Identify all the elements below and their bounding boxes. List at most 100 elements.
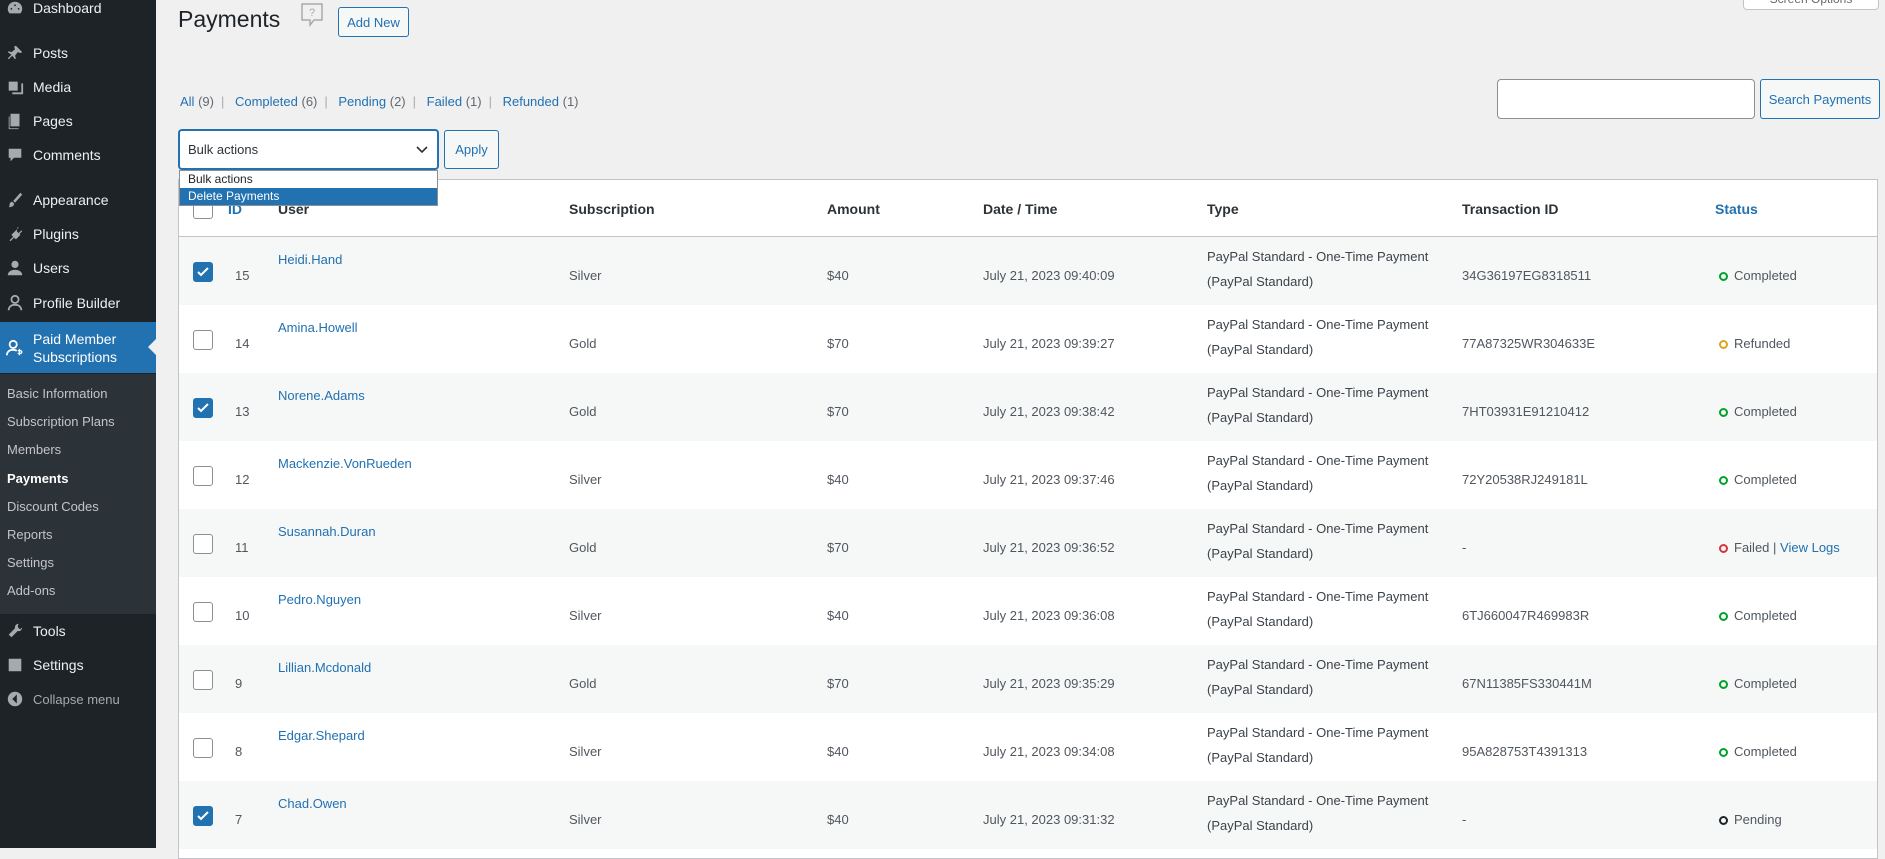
- collapse-menu[interactable]: Collapse menu: [0, 682, 156, 716]
- amount: $40: [827, 744, 849, 759]
- menu-tools[interactable]: Tools: [0, 614, 156, 648]
- table-row: 10 Pedro.Nguyen Silver $40 July 21, 2023 09:…: [179, 577, 1877, 645]
- menu-appearance[interactable]: Appearance: [0, 183, 156, 217]
- type-line: PayPal Standard - One-Time Payment: [1207, 317, 1429, 332]
- filter-refunded[interactable]: Refunded: [503, 94, 559, 109]
- menu-pages[interactable]: Pages: [0, 104, 156, 138]
- menu-label: Plugins: [33, 226, 79, 242]
- row-checkbox[interactable]: [193, 602, 213, 622]
- option-bulk-actions[interactable]: Bulk actions: [180, 171, 437, 188]
- search-input[interactable]: [1497, 79, 1755, 119]
- date-time: July 21, 2023 09:36:52: [983, 540, 1115, 555]
- submenu-basic-information[interactable]: Basic Information: [7, 386, 107, 401]
- status: Refunded: [1719, 336, 1790, 351]
- view-logs-link[interactable]: View Logs: [1780, 540, 1840, 555]
- user-link[interactable]: Lillian.Mcdonald: [278, 660, 371, 675]
- status-dot-icon: [1719, 612, 1728, 621]
- date-time: July 21, 2023 09:38:42: [983, 404, 1115, 419]
- bulk-actions-dropdown: Bulk actions Delete Payments: [179, 170, 438, 206]
- user-link[interactable]: Susannah.Duran: [278, 524, 376, 539]
- row-checkbox[interactable]: [193, 466, 213, 486]
- row-checkbox[interactable]: [193, 330, 213, 350]
- user-link[interactable]: Edgar.Shepard: [278, 728, 365, 743]
- filter-pending[interactable]: Pending: [338, 94, 386, 109]
- user-link[interactable]: Heidi.Hand: [278, 252, 342, 267]
- user-link[interactable]: Amina.Howell: [278, 320, 357, 335]
- row-checkbox[interactable]: [193, 398, 213, 418]
- column-status[interactable]: Status: [1715, 201, 1758, 217]
- svg-text:?: ?: [309, 7, 315, 19]
- filter-failed[interactable]: Failed: [427, 94, 462, 109]
- status: Completed: [1719, 268, 1797, 283]
- table-row: 9 Lillian.Mcdonald Gold $70 July 21, 2023 09…: [179, 645, 1877, 713]
- row-checkbox[interactable]: [193, 738, 213, 758]
- bulk-actions-select[interactable]: Bulk actions: [179, 130, 438, 169]
- option-delete-payments[interactable]: Delete Payments: [180, 188, 437, 205]
- menu-users[interactable]: Users: [0, 251, 156, 285]
- menu-paid-member-subscriptions[interactable]: Paid Member Subscriptions: [0, 322, 156, 373]
- user-link[interactable]: Chad.Owen: [278, 796, 347, 811]
- user-link[interactable]: Pedro.Nguyen: [278, 592, 361, 607]
- type-gateway: (PayPal Standard): [1207, 410, 1314, 425]
- filter-count: (9): [198, 94, 214, 109]
- row-checkbox[interactable]: [193, 806, 213, 826]
- table-row: 7 Chad.Owen Silver $40 July 21, 2023 09:31:3…: [179, 781, 1877, 849]
- add-new-button[interactable]: Add New: [338, 7, 409, 37]
- payments-table: ID User Subscription Amount Date / Time …: [178, 179, 1878, 859]
- filter-count: (6): [301, 94, 318, 109]
- status-label: Completed: [1734, 676, 1797, 691]
- row-checkbox[interactable]: [193, 534, 213, 554]
- payment-type: PayPal Standard - One-Time Payment (PayPa…: [1207, 516, 1428, 566]
- menu-profile-builder[interactable]: Profile Builder: [0, 286, 156, 320]
- subscription: Gold: [569, 336, 597, 351]
- row-checkbox[interactable]: [193, 262, 213, 282]
- menu-comments[interactable]: Comments: [0, 138, 156, 172]
- submenu-members[interactable]: Members: [7, 442, 61, 457]
- menu-plugins[interactable]: Plugins: [0, 217, 156, 251]
- column-type: Type: [1207, 201, 1239, 217]
- submenu-reports[interactable]: Reports: [7, 527, 53, 542]
- screen-options-button[interactable]: Screen Options: [1743, 0, 1879, 10]
- menu-posts[interactable]: Posts: [0, 36, 156, 70]
- payment-type: PayPal Standard - One-Time Payment (PayPa…: [1207, 244, 1428, 294]
- filter-completed[interactable]: Completed: [235, 94, 298, 109]
- date-time: July 21, 2023 09:40:09: [983, 268, 1115, 283]
- amount: $40: [827, 472, 849, 487]
- type-line: PayPal Standard - One-Time Payment: [1207, 521, 1429, 536]
- date-time: July 21, 2023 09:39:27: [983, 336, 1115, 351]
- status: Completed: [1719, 608, 1797, 623]
- filter-all[interactable]: All: [180, 94, 194, 109]
- status-label: Completed: [1734, 472, 1797, 487]
- menu-label: Appearance: [33, 192, 109, 208]
- status-dot-icon: [1719, 544, 1728, 553]
- menu-label: Dashboard: [33, 0, 102, 16]
- submenu-subscription-plans[interactable]: Subscription Plans: [7, 414, 115, 429]
- amount: $70: [827, 540, 849, 555]
- submenu-add-ons[interactable]: Add-ons: [7, 583, 55, 598]
- transaction-id: 67N11385FS330441M: [1462, 676, 1592, 691]
- type-line: PayPal Standard - One-Time Payment: [1207, 453, 1429, 468]
- menu-media[interactable]: Media: [0, 70, 156, 104]
- status-label: Completed: [1734, 744, 1797, 759]
- apply-button[interactable]: Apply: [444, 130, 499, 169]
- status: Completed: [1719, 472, 1797, 487]
- transaction-id: 72Y20538RJ249181L: [1462, 472, 1588, 487]
- row-checkbox[interactable]: [193, 670, 213, 690]
- user-link[interactable]: Mackenzie.VonRueden: [278, 456, 412, 471]
- menu-settings[interactable]: Settings: [0, 648, 156, 682]
- menu-label: Media: [33, 79, 72, 95]
- submenu-discount-codes[interactable]: Discount Codes: [7, 499, 99, 514]
- menu-dashboard[interactable]: Dashboard: [0, 0, 156, 25]
- menu-label: Users: [33, 260, 70, 276]
- submenu-payments[interactable]: Payments: [7, 471, 68, 486]
- table-row: 15 Heidi.Hand Silver $40 July 21, 2023 09:40…: [179, 237, 1877, 305]
- column-transaction-id: Transaction ID: [1462, 201, 1559, 217]
- search-payments-button[interactable]: Search Payments: [1760, 79, 1880, 119]
- admin-sidebar: Dashboard Posts Media Pages Comments App…: [0, 0, 156, 848]
- submenu-settings[interactable]: Settings: [7, 555, 54, 570]
- help-icon[interactable]: ?: [300, 2, 324, 28]
- column-subscription: Subscription: [569, 201, 655, 217]
- user-link[interactable]: Norene.Adams: [278, 388, 365, 403]
- subscription: Gold: [569, 540, 597, 555]
- status: Completed: [1719, 676, 1797, 691]
